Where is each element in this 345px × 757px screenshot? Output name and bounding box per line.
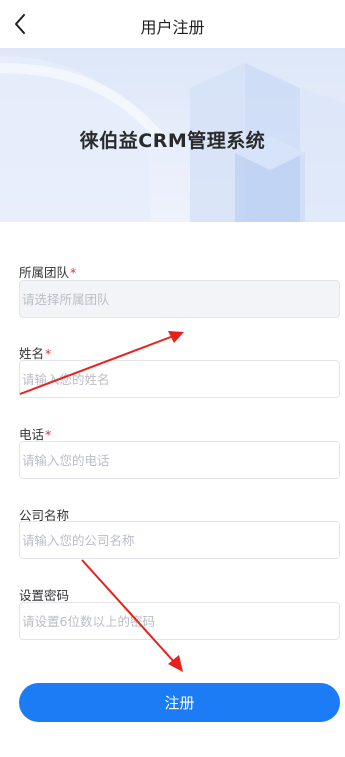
name-input[interactable] [19, 360, 340, 398]
annotation-arrowhead-lower [168, 655, 183, 672]
header-banner: 徕伯益CRM管理系统 [0, 48, 345, 222]
required-mark: * [45, 427, 52, 442]
field-label-text: 姓名 [19, 346, 45, 361]
nav-bar: 用户注册 [0, 0, 345, 48]
annotation-arrowhead-upper [168, 331, 184, 343]
required-mark: * [45, 346, 52, 361]
field-label-text: 电话 [19, 427, 45, 442]
team-select[interactable] [19, 280, 340, 318]
field-label-text: 所属团队 [19, 265, 70, 280]
required-mark: * [70, 265, 77, 280]
phone-input[interactable] [19, 441, 340, 479]
system-name: 徕伯益CRM管理系统 [79, 130, 266, 152]
password-input[interactable] [19, 602, 340, 640]
company-input[interactable] [19, 521, 340, 559]
field-label-team: 所属团队* [19, 262, 76, 281]
page-title: 用户注册 [140, 18, 205, 37]
register-button[interactable]: 注册 [19, 683, 340, 722]
field-label-text: 设置密码 [19, 588, 70, 603]
